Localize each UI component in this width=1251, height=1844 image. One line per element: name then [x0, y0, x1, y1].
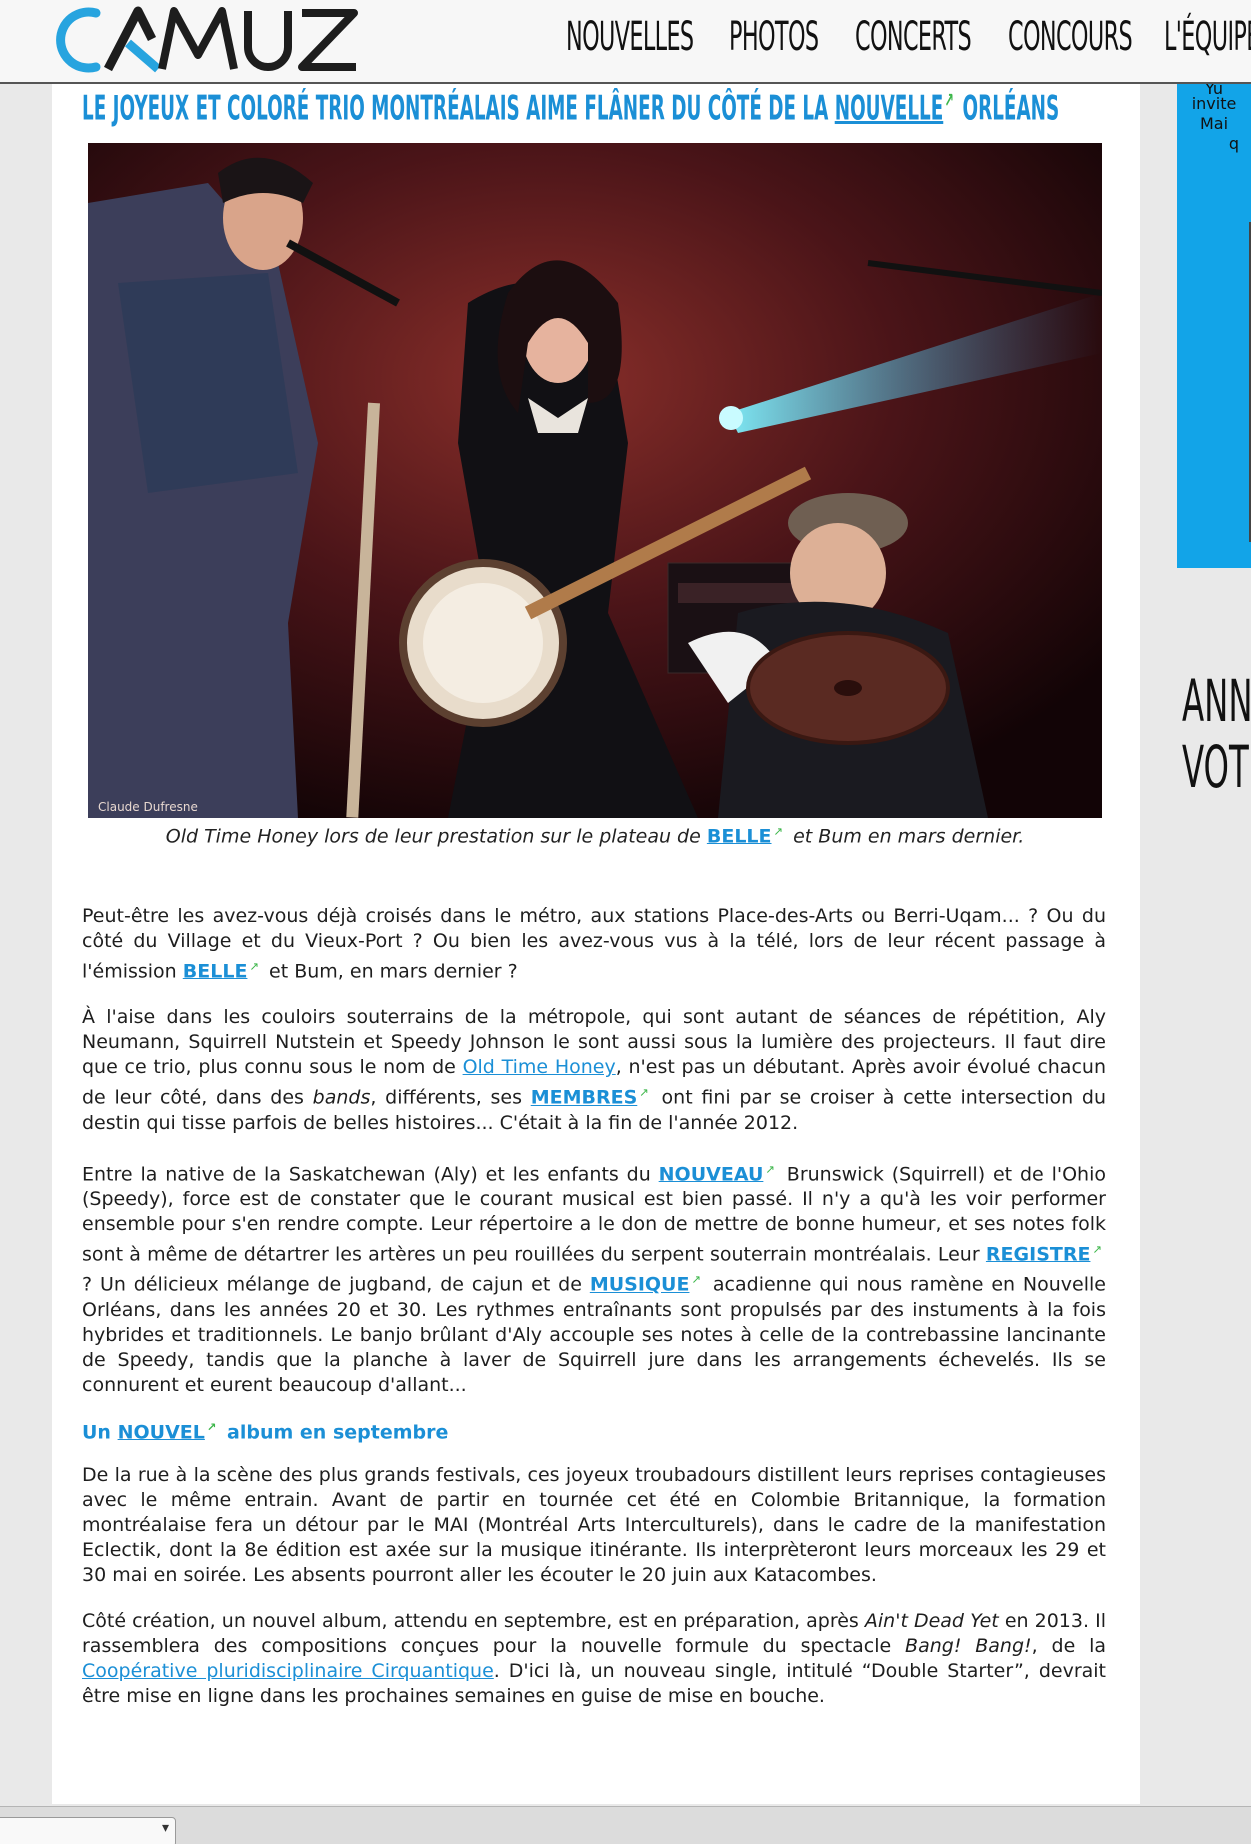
caption-text: Old Time Honey lors de leur prestation s… [165, 825, 701, 848]
sidebar-heading: ANN VOT [1182, 667, 1251, 801]
external-link-icon: ↗ [206, 1419, 217, 1434]
bottom-dropdown[interactable]: ▾ [0, 1817, 176, 1844]
link-old-time-honey[interactable]: Old Time Honey [463, 1056, 616, 1078]
sidebar-promo[interactable]: Yu invite Mai q [1177, 84, 1251, 568]
chevron-down-icon: ▾ [161, 1820, 169, 1836]
sidebar-promo-text: Yu invite Mai q [1191, 84, 1240, 153]
link-belle[interactable]: BELLE [183, 960, 248, 982]
article-headline: LE JOYEUX ET COLORÉ TRIO MONTRÉALAIS AIM… [82, 88, 1059, 130]
concert-photo-image [88, 143, 1102, 818]
photo-credit: Claude Dufresne [98, 800, 198, 814]
external-link-icon: ↗ [249, 959, 259, 973]
photo-caption: Old Time Honey lors de leur prestation s… [88, 824, 1102, 847]
external-link-icon: ↗ [1092, 1241, 1102, 1256]
camuz-logo-icon [56, 6, 358, 73]
external-link-icon: ↗ [944, 88, 954, 112]
link-musique[interactable]: MUSIQUE [590, 1274, 690, 1296]
nav-photos[interactable]: PHOTOS [729, 14, 819, 60]
link-nouveau[interactable]: NOUVEAU [659, 1163, 764, 1185]
link-registre[interactable]: REGISTRE [986, 1243, 1091, 1265]
paragraph-3: Entre la native de la Saskatchewan (Aly)… [82, 1161, 1106, 1396]
main-nav: NOUVELLES PHOTOS CONCERTS CONCOURS L'ÉQU… [566, 14, 1251, 60]
external-link-icon: ↗ [639, 1085, 649, 1100]
nav-concerts[interactable]: CONCERTS [855, 14, 972, 60]
paragraph-4: De la rue à la scène des plus grands fes… [82, 1463, 1106, 1586]
paragraph-2: À l'aise dans les couloirs souterrains d… [82, 1006, 1107, 1134]
link-nouvel[interactable]: NOUVEL [118, 1421, 205, 1443]
external-link-icon: ↗ [773, 824, 784, 838]
caption-link-belle[interactable]: BELLE [707, 825, 772, 847]
article-body: Peut-être les avez-vous déjà croisés dan… [82, 904, 1106, 1730]
headline-text-end: ORLÉANS [962, 88, 1060, 129]
caption-text-end: et Bum en mars dernier. [793, 825, 1025, 848]
site-header: NOUVELLES PHOTOS CONCERTS CONCOURS L'ÉQU… [0, 0, 1251, 84]
paragraph-5: Côté création, un nouvel album, attendu … [82, 1609, 1106, 1707]
link-cooperative[interactable]: Coopérative pluridisciplinaire Cirquanti… [82, 1660, 494, 1682]
browser-bottom-bar: ▾ [0, 1806, 1251, 1844]
paragraph-1: Peut-être les avez-vous déjà croisés dan… [82, 905, 1106, 983]
site-logo[interactable] [48, 2, 368, 78]
external-link-icon: ↗ [765, 1161, 775, 1176]
external-link-icon: ↗ [691, 1272, 702, 1287]
section-subheading: Un NOUVEL ↗ album en septembre [82, 1419, 449, 1443]
link-membres[interactable]: MEMBRES [531, 1087, 638, 1109]
headline-link-nouvelle[interactable]: NOUVELLE [835, 88, 944, 128]
concert-photo: Claude Dufresne [88, 143, 1102, 818]
nav-nouvelles[interactable]: NOUVELLES [566, 14, 694, 60]
headline-text: LE JOYEUX ET COLORÉ TRIO MONTRÉALAIS AIM… [82, 88, 829, 129]
nav-equipe[interactable]: L'ÉQUIPE [1164, 14, 1251, 60]
nav-concours[interactable]: CONCOURS [1008, 14, 1133, 60]
article: LE JOYEUX ET COLORÉ TRIO MONTRÉALAIS AIM… [52, 84, 1140, 1804]
